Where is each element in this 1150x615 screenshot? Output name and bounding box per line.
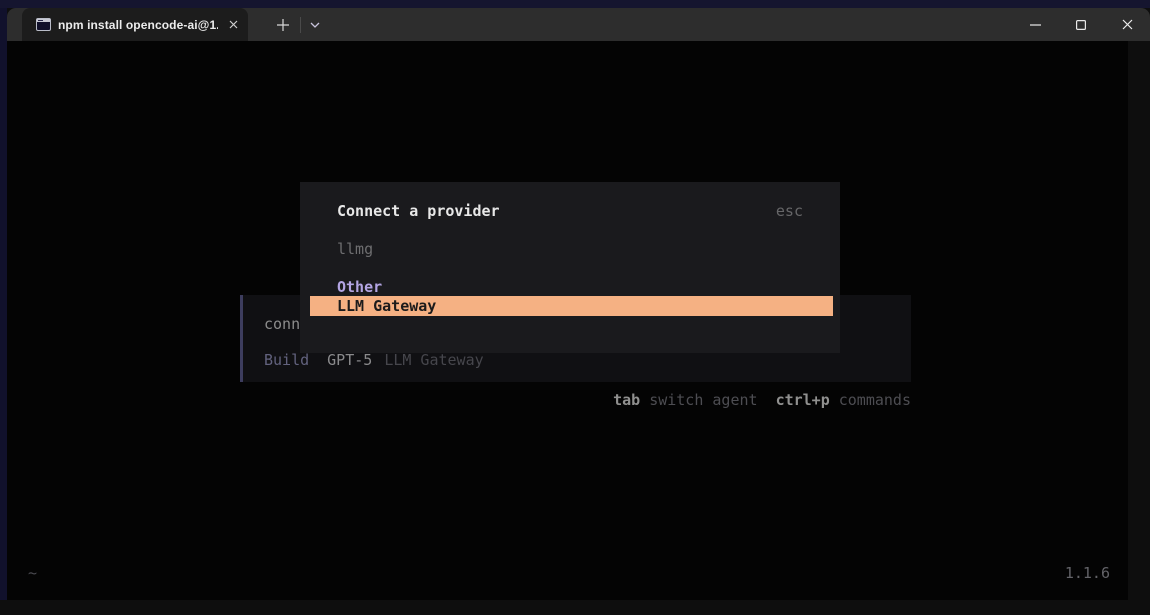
agent-label: Build: [264, 351, 309, 369]
maximize-button[interactable]: [1058, 8, 1104, 41]
tab-separator: [300, 17, 301, 33]
tab-title: npm install opencode-ai@1.1.6: [58, 18, 218, 32]
prompt-accent-bar: [240, 295, 243, 382]
model-label: GPT-5: [327, 351, 372, 369]
hint-key-tab: tab: [613, 391, 640, 409]
provider-option-label: LLM Gateway: [337, 297, 436, 315]
terminal-tab[interactable]: npm install opencode-ai@1.1.6: [22, 8, 248, 41]
desktop-edge-left: [0, 8, 7, 600]
close-button[interactable]: [1104, 8, 1150, 41]
provider-option-llm-gateway[interactable]: LLM Gateway: [310, 296, 833, 316]
hint-action-commands: commands: [839, 391, 911, 409]
provider-label: LLM Gateway: [384, 351, 483, 369]
terminal-viewport[interactable]: conn Build GPT-5 LLM Gateway tab switch age…: [7, 41, 1128, 600]
desktop-edge-top: [0, 0, 1150, 8]
prompt-typed-text: conn: [264, 315, 300, 333]
hint-action-switch-agent: switch agent: [649, 391, 757, 409]
window-controls: [1012, 8, 1150, 41]
tab-dropdown-button[interactable]: [303, 13, 327, 37]
dialog-title: Connect a provider: [337, 202, 500, 220]
cwd-indicator: ~: [28, 564, 37, 582]
prompt-meta-line: Build GPT-5 LLM Gateway: [264, 351, 484, 369]
provider-search-input[interactable]: llmg: [337, 240, 373, 258]
connect-provider-dialog: Connect a provider esc llmg Other LLM Ga…: [300, 182, 840, 353]
new-tab-button[interactable]: [269, 13, 297, 37]
esc-hint: esc: [776, 202, 803, 220]
hint-key-ctrlp: ctrl+p: [776, 391, 830, 409]
tab-close-icon[interactable]: [222, 14, 244, 36]
window-titlebar[interactable]: npm install opencode-ai@1.1.6: [7, 8, 1150, 41]
minimize-button[interactable]: [1012, 8, 1058, 41]
version-label: 1.1.6: [1065, 564, 1110, 582]
section-label-other: Other: [337, 278, 382, 296]
terminal-icon: [36, 18, 51, 31]
statusbar-hints: tab switch agent ctrl+p commands: [613, 391, 911, 409]
